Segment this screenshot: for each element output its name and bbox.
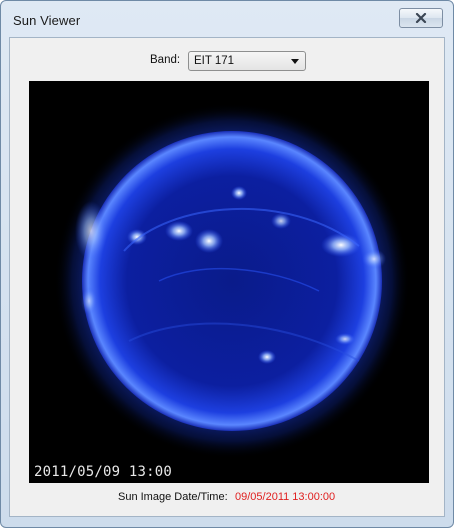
title-bar[interactable]: Sun Viewer xyxy=(1,1,453,35)
close-icon xyxy=(415,13,427,23)
close-button[interactable] xyxy=(399,8,443,28)
sun-viewer-window: Sun Viewer Band: EIT 171 2011/05/09 13:0… xyxy=(0,0,454,528)
status-label: Sun Image Date/Time: xyxy=(118,491,228,503)
band-label: Band: xyxy=(150,54,181,66)
sun-image: 2011/05/09 13:00 xyxy=(29,81,429,483)
band-select[interactable]: EIT 171 xyxy=(188,51,306,71)
image-timestamp: 2011/05/09 13:00 xyxy=(34,464,173,480)
client-area: Band: EIT 171 2011/05/09 13:00 Sun Image… xyxy=(9,37,445,517)
status-datetime: 09/05/2011 13:00:00 xyxy=(235,491,336,503)
band-row: Band: EIT 171 xyxy=(10,50,444,72)
band-selected-value: EIT 171 xyxy=(194,55,235,67)
window-title: Sun Viewer xyxy=(13,13,81,28)
chevron-down-icon xyxy=(291,59,299,64)
sun-disk-graphic xyxy=(54,103,410,459)
status-row: Sun Image Date/Time: 09/05/2011 13:00:00 xyxy=(10,489,444,505)
